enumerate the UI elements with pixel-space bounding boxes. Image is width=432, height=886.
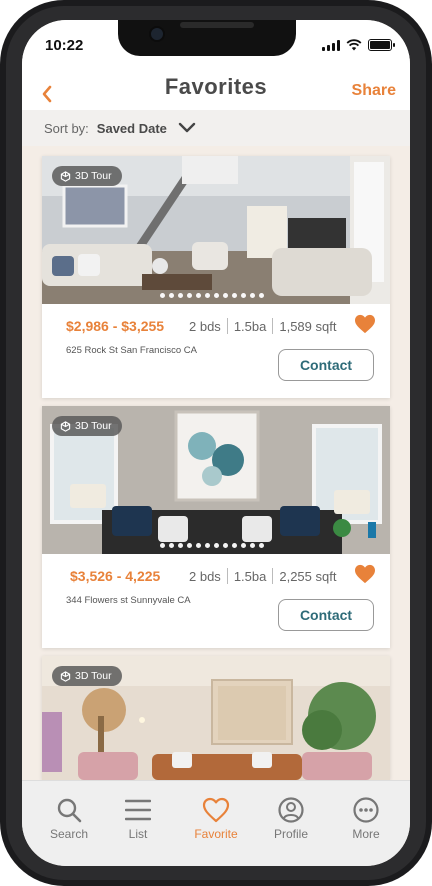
- contact-button[interactable]: Contact: [278, 599, 374, 631]
- speaker: [180, 22, 254, 28]
- listing-photo[interactable]: 3D Tour: [42, 406, 390, 554]
- heart-filled-icon: [355, 564, 375, 584]
- tour-badge[interactable]: 3D Tour: [52, 166, 122, 186]
- listing-card[interactable]: 3D Tour $3,526 - 4,225 2 bds 1.5ba 2,255…: [42, 406, 390, 648]
- heart-filled-icon: [355, 314, 375, 334]
- listing-sqft: 1,589 sqft: [279, 318, 337, 334]
- photo-pagination-dots[interactable]: [160, 293, 264, 298]
- divider: [272, 318, 274, 334]
- listing-beds: 2 bds: [189, 568, 221, 584]
- battery-icon: [368, 39, 395, 51]
- tab-label: More: [352, 827, 380, 841]
- listing-beds: 2 bds: [189, 318, 221, 334]
- tab-favorite[interactable]: Favorite: [181, 797, 251, 841]
- tab-list[interactable]: List: [103, 797, 173, 841]
- 3d-cube-icon: [60, 420, 71, 432]
- notch: [118, 20, 296, 56]
- status-time: 10:22: [45, 37, 84, 54]
- share-button[interactable]: Share: [352, 82, 396, 100]
- listing-sqft: 2,255 sqft: [279, 568, 337, 584]
- heart-icon: [202, 797, 230, 823]
- sort-value[interactable]: Saved Date: [97, 121, 167, 136]
- chevron-down-icon[interactable]: [177, 121, 197, 135]
- listing-price: $2,986 - $3,255: [66, 318, 165, 334]
- sort-bar[interactable]: Sort by: Saved Date: [22, 110, 410, 146]
- search-icon: [57, 798, 82, 823]
- favorite-button[interactable]: [354, 564, 376, 584]
- tour-label: 3D Tour: [75, 170, 112, 182]
- listing-address: 344 Flowers st Sunnyvale CA: [66, 595, 191, 606]
- tab-search[interactable]: Search: [34, 797, 104, 841]
- tour-badge[interactable]: 3D Tour: [52, 416, 122, 436]
- listing-address: 625 Rock St San Francisco CA: [66, 345, 197, 356]
- contact-button[interactable]: Contact: [278, 349, 374, 381]
- nav-bar: Favorites Share: [22, 70, 410, 110]
- listing-card[interactable]: 3D Tour $2,986 - $3,255 2 bds 1.5ba 1,58…: [42, 156, 390, 398]
- tab-label: Profile: [273, 827, 308, 841]
- wifi-icon: [346, 39, 362, 51]
- tab-label: Favorite: [194, 827, 238, 841]
- divider: [226, 318, 228, 334]
- 3d-cube-icon: [60, 670, 71, 682]
- tab-label: List: [128, 827, 148, 841]
- phone-frame: 10:22 Favorites Share Sort by: Saved Dat…: [0, 0, 432, 886]
- screen: 10:22 Favorites Share Sort by: Saved Dat…: [22, 20, 410, 866]
- tour-label: 3D Tour: [75, 420, 112, 432]
- listing-baths: 1.5ba: [233, 318, 267, 334]
- 3d-cube-icon: [60, 170, 71, 182]
- cellular-signal-icon: [322, 39, 340, 51]
- profile-icon: [278, 797, 304, 823]
- listing-price: $3,526 - 4,225: [70, 568, 161, 584]
- divider: [226, 568, 228, 584]
- divider: [272, 568, 274, 584]
- listing-card[interactable]: 3D Tour: [42, 656, 390, 780]
- photo-pagination-dots[interactable]: [160, 543, 264, 548]
- sort-label: Sort by:: [44, 120, 89, 136]
- bottom-tab-bar: Search List Favorite Profile More: [22, 780, 410, 866]
- more-icon: [353, 797, 379, 823]
- listing-photo[interactable]: 3D Tour: [42, 656, 390, 780]
- listing-specs: 2 bds 1.5ba 2,255 sqft: [189, 568, 336, 584]
- tour-badge[interactable]: 3D Tour: [52, 666, 122, 686]
- status-icons: [322, 39, 395, 51]
- front-camera: [149, 26, 165, 42]
- tour-label: 3D Tour: [75, 670, 112, 682]
- listing-specs: 2 bds 1.5ba 1,589 sqft: [189, 318, 336, 334]
- tab-label: Search: [49, 827, 89, 841]
- listing-baths: 1.5ba: [233, 568, 267, 584]
- list-icon: [125, 799, 151, 821]
- favorite-button[interactable]: [354, 314, 376, 334]
- tab-profile[interactable]: Profile: [256, 797, 326, 841]
- tab-more[interactable]: More: [331, 797, 401, 841]
- listing-photo[interactable]: 3D Tour: [42, 156, 390, 304]
